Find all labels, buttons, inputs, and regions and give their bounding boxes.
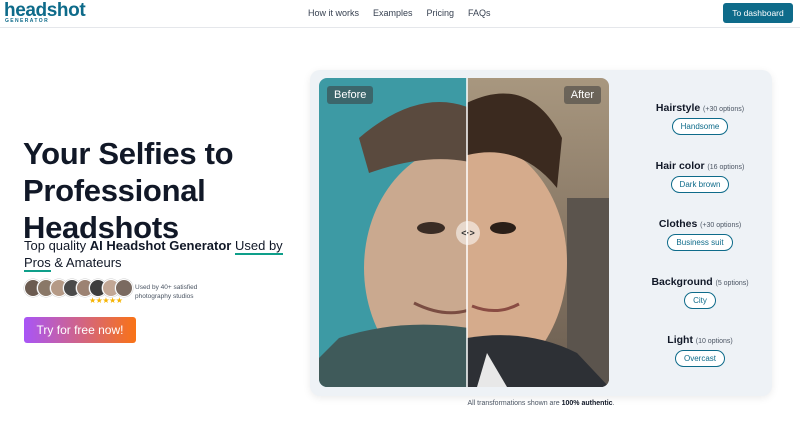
footnote-post: .: [612, 400, 615, 407]
option-chip-clothes[interactable]: Business suit: [667, 234, 733, 251]
customer-avatars: [24, 279, 133, 297]
option-count: (+30 options): [703, 106, 745, 113]
option-chip-hair-color[interactable]: Dark brown: [670, 176, 730, 193]
before-portrait-svg: [319, 102, 574, 387]
logo[interactable]: headshot GENERATOR: [4, 1, 86, 24]
option-light: Light (10 options) Overcast: [625, 334, 775, 367]
option-count: (+30 options): [700, 222, 742, 229]
nav-link-faqs[interactable]: FAQs: [468, 8, 491, 18]
hero-title: Your Selfies to Professional Headshots: [23, 135, 303, 246]
to-dashboard-button[interactable]: To dashboard: [723, 3, 793, 23]
before-after-photo[interactable]: Before After <·>: [319, 78, 609, 387]
option-hair-color: Hair color (16 options) Dark brown: [625, 160, 775, 193]
subtitle-underline-1: Used by: [234, 238, 283, 255]
avatar: [115, 279, 133, 297]
authenticity-footnote: All transformations shown are 100% authe…: [310, 400, 772, 407]
nav-link-how-it-works[interactable]: How it works: [308, 8, 359, 18]
top-nav: headshot GENERATOR How it works Examples…: [0, 0, 800, 28]
before-label: Before: [327, 86, 374, 104]
subtitle-bold: AI Headshot Generator: [89, 238, 232, 253]
option-chip-background[interactable]: City: [684, 292, 716, 309]
option-name: Hairstyle: [655, 102, 701, 114]
after-portrait-svg: [367, 93, 609, 387]
compare-drag-handle[interactable]: <·>: [456, 221, 480, 245]
option-hairstyle: Hairstyle (+30 options) Handsome: [625, 102, 775, 135]
hero-subtitle: Top quality AI Headshot Generator Used b…: [24, 237, 304, 272]
option-count: (10 options): [695, 338, 733, 345]
hero-title-line-2: Professional: [23, 173, 206, 208]
option-chip-hairstyle[interactable]: Handsome: [671, 118, 729, 135]
after-image: After: [367, 78, 609, 387]
option-name: Light: [667, 334, 693, 346]
nav-link-examples[interactable]: Examples: [373, 8, 413, 18]
after-label: After: [563, 86, 601, 104]
option-clothes: Clothes (+30 options) Business suit: [625, 218, 775, 251]
footnote-bold: 100% authentic: [561, 400, 613, 407]
footnote-pre: All transformations shown are: [467, 400, 562, 407]
option-chip-light[interactable]: Overcast: [674, 350, 725, 367]
option-name: Hair color: [655, 160, 705, 172]
subtitle-underline-2: Pros: [24, 255, 51, 272]
option-name: Background: [651, 276, 713, 288]
used-by-text: Used by 40+ satisfied photography studio…: [135, 284, 198, 300]
hero-title-line-1: Your Selfies to: [23, 136, 234, 171]
option-count: (5 options): [715, 280, 749, 287]
try-free-button[interactable]: Try for free now!: [24, 317, 136, 343]
nav-link-pricing[interactable]: Pricing: [427, 8, 455, 18]
before-image: Before: [319, 78, 574, 387]
subtitle-pre: Top quality: [24, 238, 90, 253]
option-name: Clothes: [658, 218, 698, 230]
subtitle-post: & Amateurs: [50, 255, 122, 270]
option-count: (16 options): [707, 164, 745, 171]
nav-links: How it works Examples Pricing FAQs: [308, 8, 505, 18]
option-background: Background (5 options) City: [625, 276, 775, 309]
rating-stars: ★★★★★: [89, 296, 123, 305]
